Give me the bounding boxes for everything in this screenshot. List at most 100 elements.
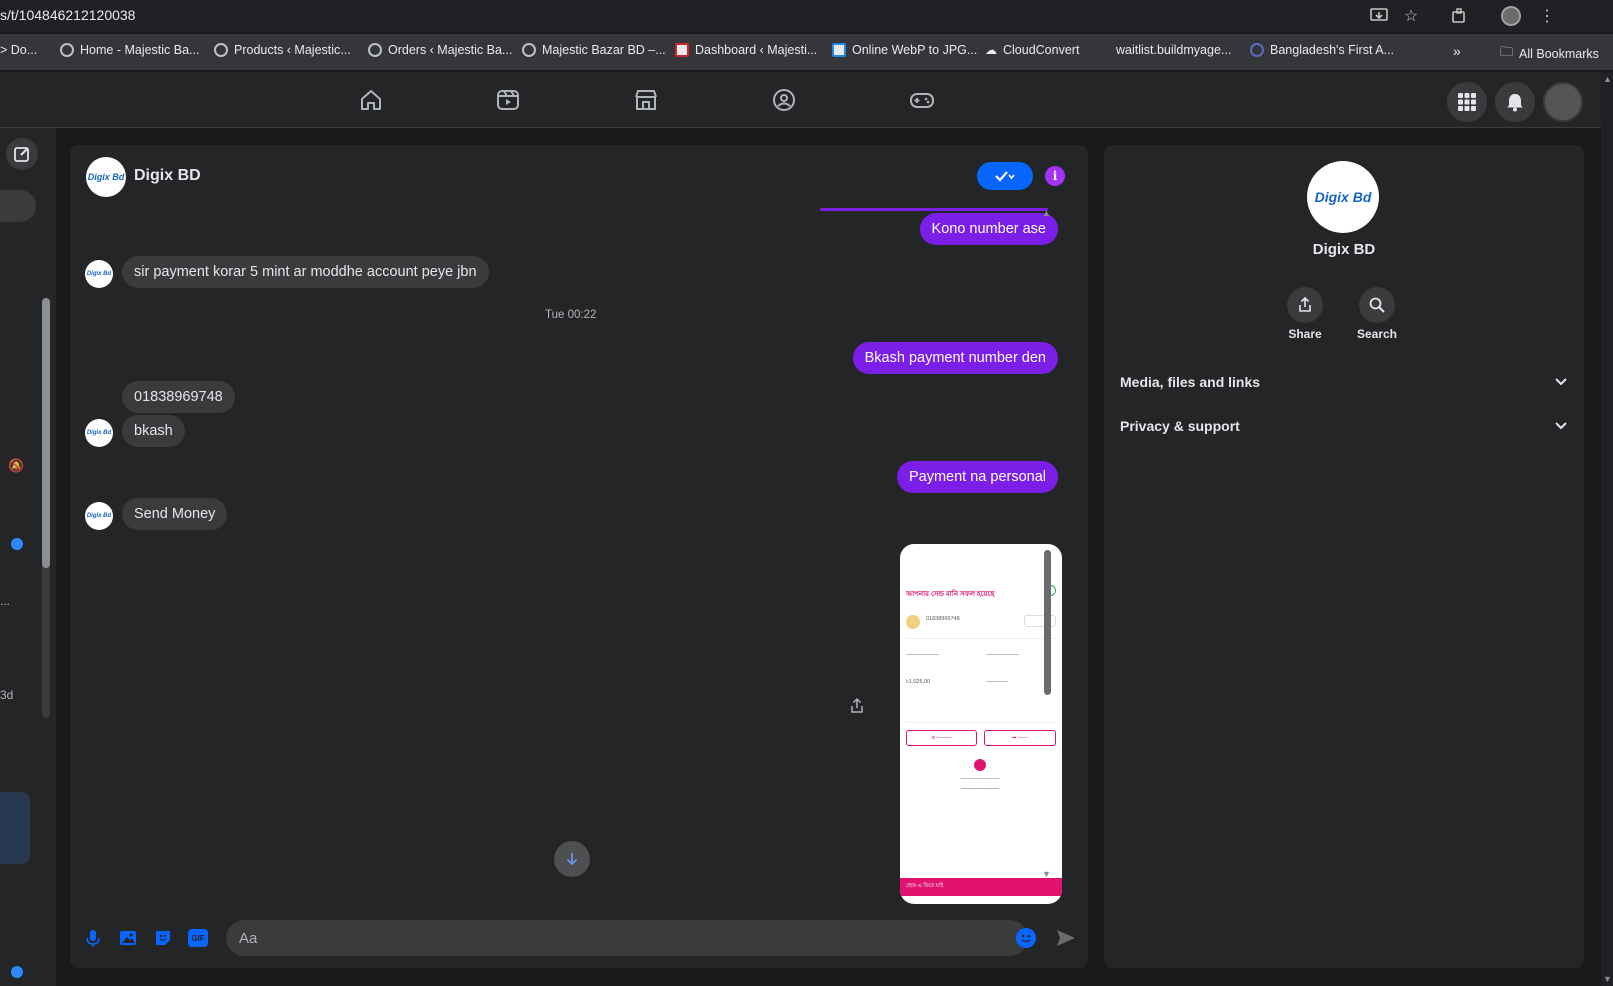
top-navigation [0, 72, 1613, 128]
incoming-message[interactable]: Send Money [122, 498, 228, 530]
search-field-stub[interactable] [0, 190, 36, 222]
page-scrollbar[interactable]: ▲ ▼ [1601, 72, 1613, 986]
share-icon [1299, 297, 1311, 312]
receipt-field: —————— [906, 652, 939, 658]
bookmark-item[interactable]: ☁ CloudConvert [985, 43, 1079, 57]
previous-bubble-edge [820, 208, 1048, 211]
chevron-down-icon [1555, 422, 1567, 430]
incoming-message[interactable]: sir payment korar 5 mint ar moddhe accou… [122, 256, 489, 288]
bookmark-item[interactable]: Dashboard ‹ Majesti... [675, 43, 817, 57]
bookmark-item[interactable]: Home - Majestic Ba... [60, 43, 199, 57]
bookmark-item[interactable]: > Do... [0, 43, 37, 57]
bookmark-item[interactable]: Orders ‹ Majestic Ba... [368, 43, 512, 57]
contact-avatar-small[interactable]: Digix Bd [85, 502, 113, 530]
info-icon[interactable]: i [1045, 166, 1065, 186]
receipt-tag [1024, 615, 1056, 627]
notifications-button[interactable] [1495, 82, 1535, 122]
section-title: Media, files and links [1120, 374, 1261, 390]
receipt-title: আপনার সেন্ড মানি সফল হয়েছে [906, 591, 995, 598]
share-icon[interactable] [850, 697, 864, 717]
outgoing-message[interactable]: Payment na personal [896, 461, 1058, 493]
sticker-icon[interactable] [153, 928, 173, 948]
image-icon[interactable] [118, 928, 138, 948]
menu-grid-button[interactable] [1447, 82, 1487, 122]
message-input[interactable] [226, 920, 1028, 956]
receipt-footnote: ——————— [960, 776, 1000, 782]
bookmark-item[interactable]: Bangladesh's First A... [1250, 43, 1394, 57]
unread-dot [11, 538, 23, 550]
contact-avatar[interactable]: Digix Bd [86, 157, 126, 197]
receipt-footnote: ——————— [960, 786, 1000, 792]
receipt-field: ———— [986, 679, 1008, 685]
chevron-down-icon [1555, 378, 1567, 386]
left-scrollbar-thumb[interactable] [42, 298, 50, 568]
gaming-icon[interactable] [908, 86, 936, 114]
bookmark-item[interactable]: Online WebP to JPG... [832, 43, 977, 57]
contact-avatar-small[interactable]: Digix Bd [85, 260, 113, 288]
conversation-preview-ellipsis: ... [0, 594, 11, 608]
emoji-icon[interactable] [1016, 928, 1036, 948]
section-title: Privacy & support [1120, 418, 1240, 434]
video-icon[interactable] [494, 86, 522, 114]
all-bookmarks-button[interactable]: 🗀 All Bookmarks [1500, 43, 1599, 65]
scroll-up-arrow[interactable]: ▲ [1042, 208, 1052, 218]
bookmark-item[interactable]: waitlist.buildmyage... [1116, 43, 1231, 57]
info-contact-name: Digix BD [1312, 241, 1376, 258]
shield-favicon-icon [1250, 43, 1264, 57]
scroll-to-bottom-button[interactable] [554, 841, 590, 877]
account-avatar[interactable] [1543, 82, 1583, 122]
recipient-avatar [906, 615, 920, 629]
search-label: Search [1356, 327, 1398, 341]
globe-icon [60, 43, 74, 57]
left-rail: 🔕 ... 3d [0, 128, 56, 986]
bkash-star-icon [974, 759, 986, 771]
privacy-support-section[interactable]: Privacy & support [1120, 407, 1568, 445]
bell-icon [1507, 94, 1523, 112]
chat-scrollbar-thumb[interactable] [1044, 550, 1051, 695]
bookmark-item[interactable]: Products ‹ Majestic... [214, 43, 351, 57]
incoming-message[interactable]: 01838969748 [122, 381, 235, 413]
contact-name[interactable]: Digix BD [134, 167, 201, 185]
cloud-icon: ☁ [985, 43, 997, 57]
left-scrollbar[interactable] [42, 298, 50, 718]
message-timestamp: Tue 00:22 [545, 309, 597, 321]
receipt-footer: হোম-এ ফিরে যাই [900, 878, 1062, 896]
profile-avatar-icon[interactable] [1500, 5, 1522, 27]
url-text[interactable]: s/t/104846212120038 [0, 7, 135, 23]
marketplace-icon[interactable] [632, 86, 660, 114]
incoming-message[interactable]: bkash [122, 415, 185, 447]
outgoing-message[interactable]: Bkash payment number den [852, 342, 1058, 374]
extensions-icon[interactable] [1448, 5, 1470, 27]
receipt-number: 01838969748 [926, 616, 960, 622]
media-files-links-section[interactable]: Media, files and links [1120, 363, 1568, 401]
scroll-down-arrow[interactable]: ▼ [1603, 974, 1612, 984]
share-button[interactable] [1287, 287, 1323, 323]
globe-icon [522, 43, 536, 57]
outgoing-message[interactable]: Kono number ase [919, 213, 1058, 245]
receipt-image-attachment[interactable]: আপনার সেন্ড মানি সফল হয়েছে 01838969748 … [900, 544, 1062, 904]
scroll-down-arrow[interactable]: ▼ [1042, 869, 1052, 879]
chat-header: Digix Bd Digix BD i [70, 145, 1088, 209]
contact-avatar-small[interactable]: Digix Bd [85, 419, 113, 447]
microphone-icon[interactable] [83, 928, 103, 948]
install-app-icon[interactable] [1368, 5, 1390, 27]
home-icon[interactable] [357, 86, 385, 114]
gif-icon[interactable]: GIF [188, 929, 208, 947]
search-button[interactable] [1359, 287, 1395, 323]
conversation-time: 3d [0, 688, 14, 702]
bookmark-item[interactable]: Majestic Bazar BD –... [522, 43, 666, 57]
selected-conversation-highlight[interactable] [0, 792, 30, 864]
send-icon[interactable] [1055, 928, 1077, 948]
globe-icon [214, 43, 228, 57]
contact-avatar-large[interactable]: Digix Bd [1307, 161, 1379, 233]
folder-icon: 🗀 [1500, 44, 1514, 59]
groups-icon[interactable] [770, 86, 798, 114]
bookmark-star-icon[interactable]: ☆ [1400, 5, 1422, 27]
browser-menu-icon[interactable]: ⋮ [1536, 5, 1558, 27]
more-bookmarks-button[interactable]: » [1453, 43, 1461, 59]
verified-action-button[interactable] [977, 162, 1033, 190]
scroll-up-arrow[interactable]: ▲ [1603, 74, 1612, 84]
new-message-button[interactable] [6, 138, 38, 170]
receipt-action-button: ⊘ ——— [906, 730, 977, 746]
browser-address-bar: s/t/104846212120038 ☆ ⋮ [0, 0, 1613, 32]
